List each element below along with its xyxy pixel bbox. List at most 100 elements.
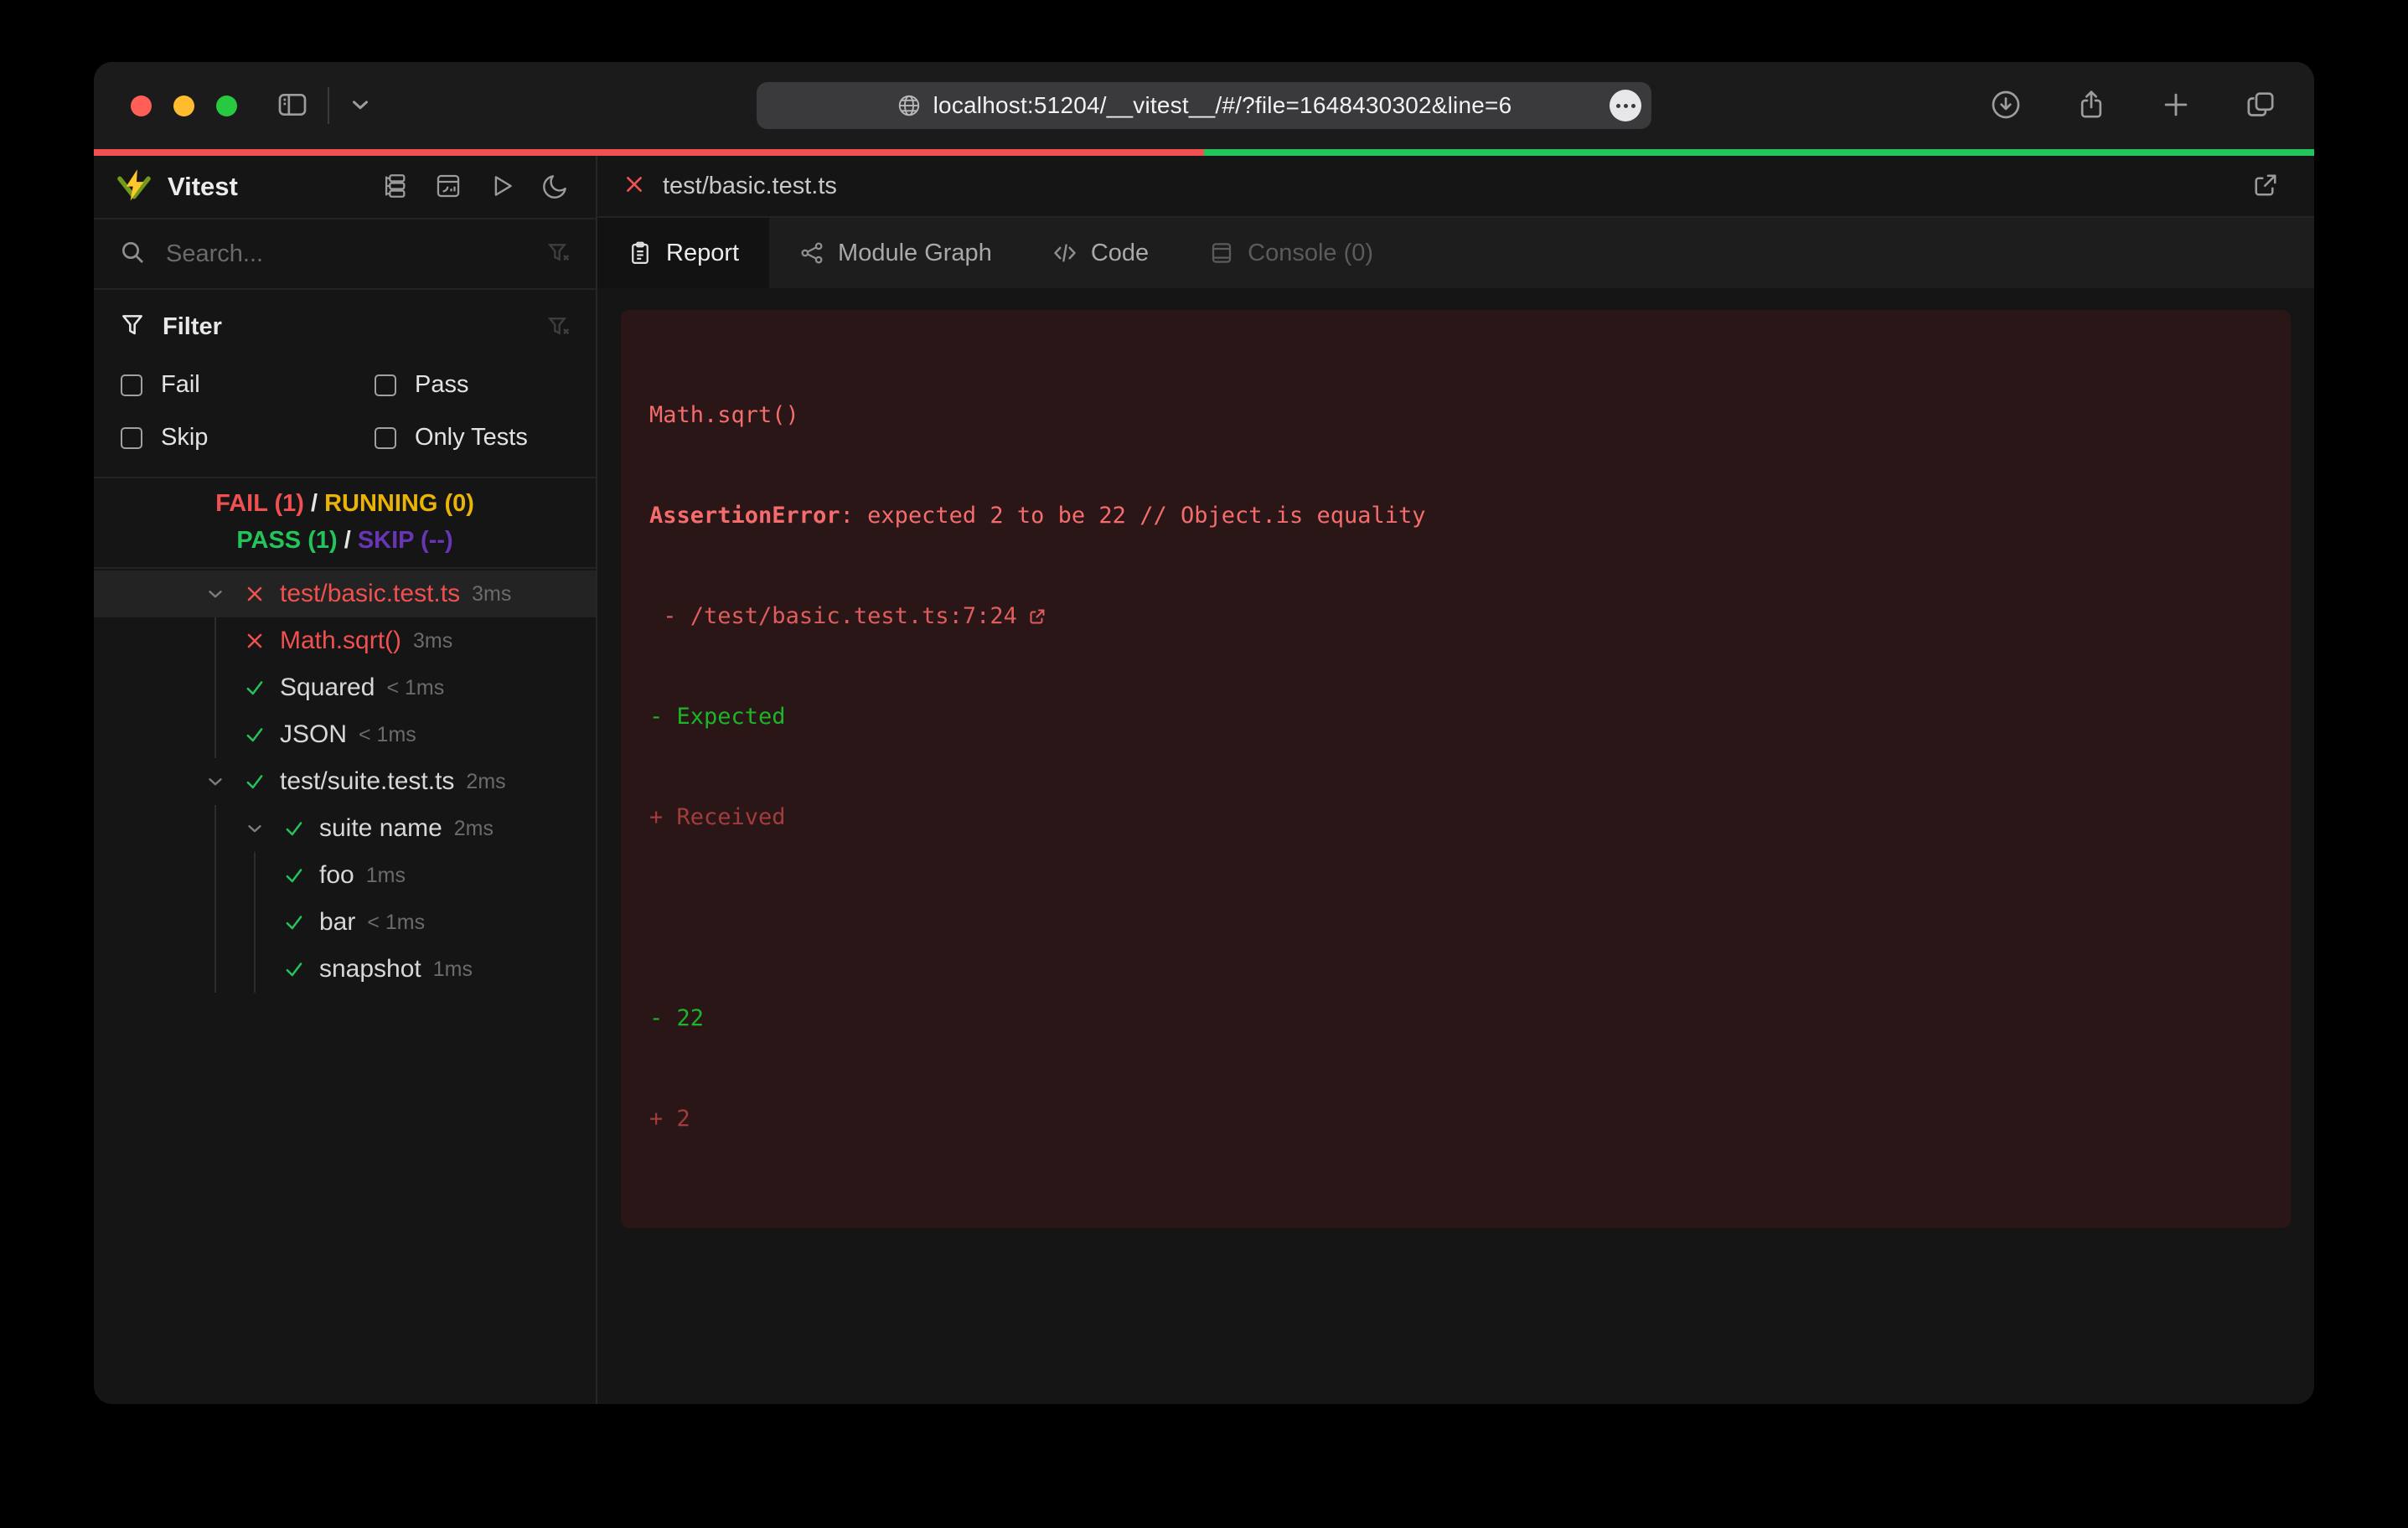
console-icon	[1209, 240, 1234, 266]
downloads-button[interactable]	[1989, 88, 2023, 124]
tree-row-basic-test-file[interactable]: test/basic.test.ts 3ms	[94, 570, 596, 617]
running-count: RUNNING (0)	[324, 490, 474, 517]
app-title: Vitest	[168, 172, 238, 202]
duration-badge: 3ms	[413, 629, 452, 653]
tab-overview-icon	[2244, 88, 2277, 124]
close-window-button[interactable]	[131, 96, 152, 116]
chevron-down-icon[interactable]	[204, 583, 227, 605]
open-file-name: test/basic.test.ts	[663, 173, 837, 200]
chevron-down-icon	[348, 92, 373, 120]
tree-row-squared[interactable]: Squared < 1ms	[94, 664, 596, 711]
pass-check-icon	[282, 958, 306, 980]
tab-code[interactable]: Code	[1022, 218, 1179, 288]
chevron-down-icon[interactable]	[204, 771, 227, 792]
pass-check-icon	[243, 724, 266, 746]
external-link-icon	[1027, 607, 1047, 627]
fail-count: FAIL (1)	[215, 490, 304, 517]
search-input[interactable]	[166, 240, 545, 268]
dark-mode-toggle-button[interactable]	[537, 168, 574, 205]
duration-badge: < 1ms	[386, 676, 444, 700]
address-bar[interactable]: localhost:51204/__vitest__/#/?file=16484…	[757, 82, 1651, 129]
diff-expected-value: - 22	[649, 1002, 2262, 1035]
progress-fail	[94, 149, 1204, 156]
checkbox-icon	[375, 374, 396, 396]
tree-row-suite-name[interactable]: suite name 2ms	[94, 805, 596, 852]
new-tab-button[interactable]	[2160, 89, 2192, 123]
main-panel: test/basic.test.ts Report	[597, 156, 2314, 1404]
filter-checkbox-only-tests[interactable]: Only Tests	[375, 424, 572, 452]
diff-received-value: + 2	[649, 1102, 2262, 1136]
globe-icon	[897, 93, 922, 118]
clear-search-filter-icon[interactable]	[545, 240, 572, 267]
search-bar	[94, 218, 596, 290]
sidebar-header: Vitest	[94, 156, 596, 218]
search-icon	[119, 239, 146, 270]
group-tests-button[interactable]	[376, 168, 413, 205]
tab-overview-button[interactable]	[2244, 88, 2277, 124]
download-icon	[1989, 88, 2023, 124]
pass-count: PASS (1)	[236, 527, 337, 554]
chevron-down-icon[interactable]	[243, 818, 266, 839]
dashboard-icon	[434, 172, 462, 203]
fail-x-icon	[623, 173, 646, 200]
duration-badge: 2ms	[454, 817, 493, 841]
tree-row-bar[interactable]: bar < 1ms	[94, 899, 596, 946]
vitest-logo-icon	[116, 167, 152, 208]
diff-received-label: + Received	[649, 801, 2262, 834]
diff-expected-label: - Expected	[649, 700, 2262, 734]
duration-badge: < 1ms	[367, 911, 425, 935]
view-tabs: Report Module Graph Code	[597, 218, 2314, 288]
checkbox-icon	[121, 374, 142, 396]
open-in-editor-button[interactable]	[2247, 168, 2284, 204]
error-panel: Math.sqrt() AssertionError: expected 2 t…	[621, 310, 2291, 1228]
sidebar-toggle-icon	[276, 88, 309, 124]
sidebar: Vitest	[94, 156, 597, 1404]
tab-console[interactable]: Console (0)	[1179, 218, 1403, 288]
tree-row-snapshot[interactable]: snapshot 1ms	[94, 946, 596, 993]
zoom-window-button[interactable]	[216, 96, 237, 116]
run-all-button[interactable]	[483, 168, 520, 205]
external-link-icon	[2250, 170, 2281, 203]
filter-checkbox-pass[interactable]: Pass	[375, 371, 572, 399]
assertion-error-line: AssertionError: expected 2 to be 22 // O…	[649, 499, 2262, 533]
tab-report[interactable]: Report	[597, 218, 769, 288]
filter-title: Filter	[163, 313, 222, 341]
report-icon	[628, 240, 653, 266]
filter-checkbox-fail[interactable]: Fail	[121, 371, 375, 399]
clear-filters-icon[interactable]	[545, 314, 572, 341]
tree-row-json[interactable]: JSON < 1ms	[94, 711, 596, 758]
sidebar-toggle-button[interactable]	[276, 88, 309, 124]
summary-line-1: FAIL (1) / RUNNING (0)	[94, 485, 596, 522]
tab-group-chevron-button[interactable]	[348, 92, 373, 120]
pass-check-icon	[243, 677, 266, 699]
minimize-window-button[interactable]	[173, 96, 194, 116]
test-tree: test/basic.test.ts 3ms Math.sqrt() 3ms S…	[94, 569, 596, 1404]
url-text: localhost:51204/__vitest__/#/?file=16484…	[933, 92, 1512, 119]
fail-x-icon	[243, 630, 266, 652]
moon-icon	[541, 172, 570, 203]
toolbar-divider	[328, 87, 329, 124]
summary-line-2: PASS (1) / SKIP (--)	[94, 522, 596, 559]
pass-check-icon	[243, 771, 266, 792]
test-summary: FAIL (1) / RUNNING (0) PASS (1) / SKIP (…	[94, 477, 596, 569]
pass-check-icon	[282, 911, 306, 933]
checkbox-icon	[375, 427, 396, 449]
dashboard-button[interactable]	[430, 168, 467, 205]
checkbox-icon	[121, 427, 142, 449]
tab-module-graph[interactable]: Module Graph	[769, 218, 1022, 288]
skip-count: SKIP (--)	[358, 527, 453, 554]
code-icon	[1052, 240, 1077, 266]
stack-frame-link[interactable]: - /test/basic.test.ts:7:24	[649, 600, 2262, 633]
report-view: Math.sqrt() AssertionError: expected 2 t…	[597, 288, 2314, 1404]
share-icon	[2075, 88, 2108, 124]
page-menu-button[interactable]	[1610, 90, 1641, 121]
filter-checkbox-skip[interactable]: Skip	[121, 424, 375, 452]
fail-x-icon	[243, 583, 266, 605]
pass-check-icon	[282, 865, 306, 886]
tree-row-math-sqrt[interactable]: Math.sqrt() 3ms	[94, 617, 596, 664]
tree-row-foo[interactable]: foo 1ms	[94, 852, 596, 899]
share-button[interactable]	[2075, 88, 2108, 124]
tree-row-suite-test-file[interactable]: test/suite.test.ts 2ms	[94, 758, 596, 805]
play-icon	[488, 172, 516, 203]
diff-blank-line	[649, 901, 2262, 935]
